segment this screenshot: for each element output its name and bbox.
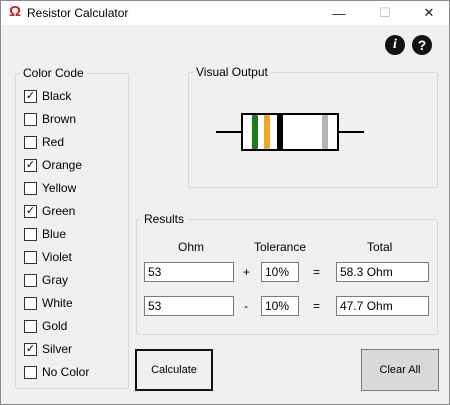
total-output-lower[interactable]: 47.7 Ohm (336, 296, 429, 316)
checkbox-red-label: Red (42, 135, 65, 149)
checkbox-brown[interactable]: Brown (24, 111, 76, 127)
ohm-header: Ohm (178, 240, 205, 254)
resistor-band-2 (264, 115, 270, 149)
equals-sign-lower: = (313, 299, 321, 313)
tolerance-input-lower[interactable]: 10% (261, 296, 299, 316)
app-window: Ω Resistor Calculator — ☐ ✕ i ? Color Co… (0, 0, 450, 405)
ohm-icon: Ω (8, 3, 22, 20)
results-title: Results (141, 212, 188, 226)
checkbox-green-label: Green (42, 204, 76, 218)
title-bar: Ω Resistor Calculator — ☐ ✕ (1, 1, 449, 25)
checkbox-silver-label: Silver (42, 342, 73, 356)
resistor-band-3 (277, 115, 283, 149)
checkbox-no-color-label: No Color (42, 365, 90, 379)
checkbox-brown-box[interactable] (24, 112, 37, 126)
help-icon[interactable]: ? (412, 35, 432, 55)
checkbox-silver[interactable]: ✓ Silver (24, 341, 72, 357)
color-code-title: Color Code (20, 66, 87, 80)
clear-all-button[interactable]: Clear All (361, 349, 439, 391)
checkbox-gold-label: Gold (42, 319, 68, 333)
info-icon[interactable]: i (385, 35, 405, 55)
window-title: Resistor Calculator (27, 6, 129, 20)
ohm-input-upper[interactable]: 53 (144, 262, 234, 282)
tolerance-header: Tolerance (254, 240, 307, 254)
checkbox-blue-label: Blue (42, 227, 67, 241)
checkbox-blue-box[interactable] (24, 227, 37, 241)
ohm-input-lower[interactable]: 53 (144, 296, 234, 316)
close-button[interactable]: ✕ (407, 1, 450, 25)
results-group: Results Ohm Tolerance Total 53 + 10% = 5… (136, 212, 438, 335)
checkbox-white-box[interactable] (24, 296, 37, 310)
checkbox-violet-label: Violet (42, 250, 72, 264)
tolerance-input-upper[interactable]: 10% (261, 262, 299, 282)
checkbox-silver-box[interactable]: ✓ (24, 342, 37, 356)
checkbox-white[interactable]: White (24, 295, 73, 311)
checkbox-yellow-label: Yellow (42, 181, 77, 195)
visual-output-group: Visual Output (188, 65, 438, 188)
checkbox-yellow-box[interactable] (24, 181, 37, 195)
resistor-band-1 (252, 115, 258, 149)
visual-output-title: Visual Output (193, 65, 271, 79)
checkbox-black[interactable]: ✓ Black (24, 88, 71, 104)
color-code-group: Color Code ✓ Black Brown Red ✓ Orange Ye… (15, 66, 129, 389)
checkbox-red[interactable]: Red (24, 134, 64, 150)
checkbox-no-color-box[interactable] (24, 365, 37, 379)
minus-sign: - (244, 299, 248, 313)
checkbox-gold-box[interactable] (24, 319, 37, 333)
minimize-button[interactable]: — (317, 1, 361, 25)
total-output-upper[interactable]: 58.3 Ohm (336, 262, 429, 282)
plus-sign: + (243, 265, 251, 279)
checkbox-yellow[interactable]: Yellow (24, 180, 76, 196)
checkbox-white-label: White (42, 296, 73, 310)
checkbox-no-color[interactable]: No Color (24, 364, 89, 380)
checkbox-gray-label: Gray (42, 273, 69, 287)
checkbox-gray[interactable]: Gray (24, 272, 68, 288)
resistor-diagram (216, 113, 364, 151)
checkbox-gold[interactable]: Gold (24, 318, 67, 334)
checkbox-gray-box[interactable] (24, 273, 37, 287)
maximize-button[interactable]: ☐ (363, 1, 407, 25)
checkbox-red-box[interactable] (24, 135, 37, 149)
checkbox-black-box[interactable]: ✓ (24, 89, 37, 103)
checkbox-orange-label: Orange (42, 158, 83, 172)
total-header: Total (367, 240, 393, 254)
checkbox-blue[interactable]: Blue (24, 226, 66, 242)
checkbox-green-box[interactable]: ✓ (24, 204, 37, 218)
checkbox-violet[interactable]: Violet (24, 249, 72, 265)
checkbox-green[interactable]: ✓ Green (24, 203, 75, 219)
calculate-button[interactable]: Calculate (135, 349, 213, 391)
checkbox-orange-box[interactable]: ✓ (24, 158, 37, 172)
checkbox-brown-label: Brown (42, 112, 77, 126)
resistor-band-tolerance (322, 115, 328, 149)
checkbox-violet-box[interactable] (24, 250, 37, 264)
checkbox-orange[interactable]: ✓ Orange (24, 157, 82, 173)
checkbox-black-label: Black (42, 89, 72, 103)
equals-sign-upper: = (313, 265, 321, 279)
